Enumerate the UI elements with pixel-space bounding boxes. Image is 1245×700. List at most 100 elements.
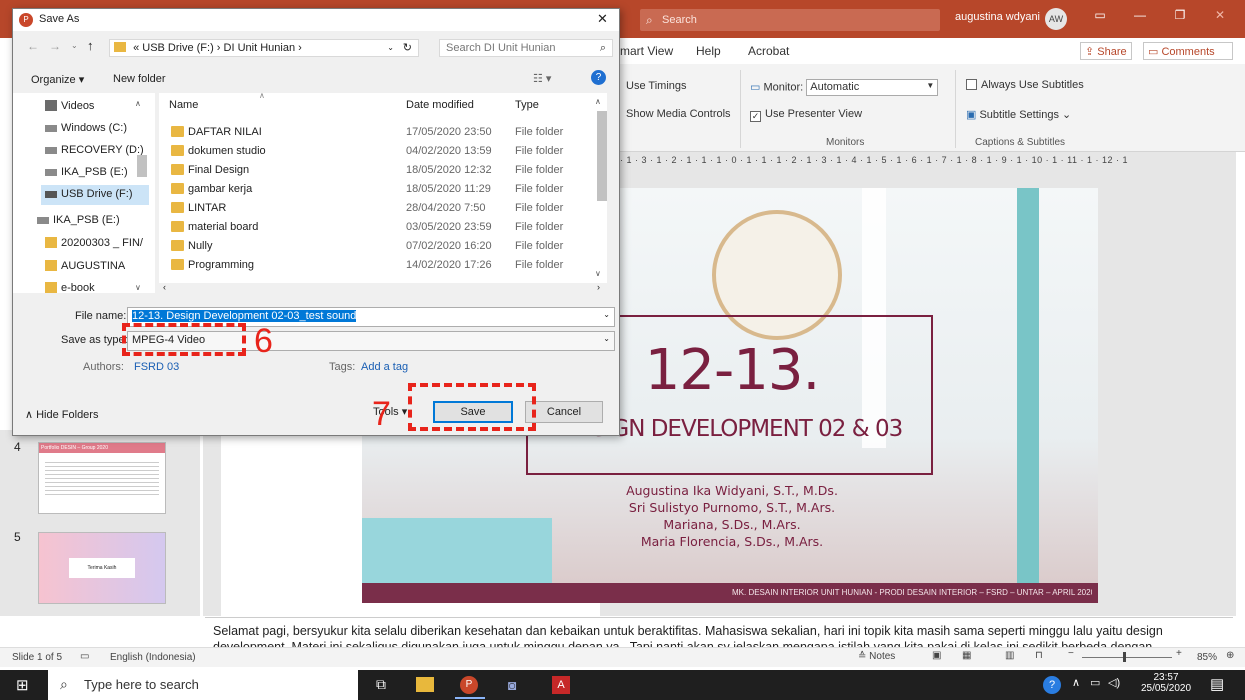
zoom-in-icon[interactable]: + xyxy=(1176,648,1182,659)
subtitle-settings-button[interactable]: ▣ Subtitle Settings ⌄ xyxy=(966,108,1071,121)
comments-button[interactable]: ▭ Comments xyxy=(1143,42,1233,60)
scroll-right-icon[interactable]: › xyxy=(597,282,600,292)
monitor-selector[interactable]: ▭ Monitor: Automatic ▼ xyxy=(750,79,939,96)
table-row[interactable]: DAFTAR NILAI 17/05/2020 23:50 File folder xyxy=(159,123,599,142)
refresh-icon[interactable]: ↻ xyxy=(403,41,412,54)
new-folder-button[interactable]: New folder xyxy=(113,73,166,85)
nav-item-ika-psb-e[interactable]: IKA_PSB (E:) xyxy=(41,163,171,183)
volume-icon[interactable]: ◁) xyxy=(1108,676,1120,689)
use-presenter-view-option[interactable]: ✓ Use Presenter View xyxy=(750,108,862,122)
horizontal-scrollbar[interactable]: ‹ › xyxy=(159,282,607,295)
table-row[interactable]: Programming 14/02/2020 17:26 File folder xyxy=(159,256,599,275)
slide-count: Slide 1 of 5 xyxy=(12,652,63,663)
help-icon[interactable]: ? xyxy=(591,70,606,85)
chevron-down-icon[interactable]: ⌄ xyxy=(603,310,610,319)
windows-start-icon[interactable]: ⊞ xyxy=(16,676,29,694)
maximize-icon[interactable]: ❐ xyxy=(1165,8,1195,22)
nav-item-e-book[interactable]: e-book xyxy=(41,279,171,299)
save-as-dialog: P Save As ✕ ← → ⌄ ↑ « USB Drive (F:) › D… xyxy=(12,8,620,436)
nav-item-windows-c[interactable]: Windows (C:) xyxy=(41,119,171,139)
close-icon[interactable]: ✕ xyxy=(1205,8,1235,22)
nav-item-usb-drive-f[interactable]: USB Drive (F:) xyxy=(41,185,149,205)
camera-icon[interactable]: ◙ xyxy=(508,677,516,693)
nav-item-videos[interactable]: Videos xyxy=(41,97,171,117)
nav-item-augustina[interactable]: AUGUSTINA xyxy=(41,257,171,277)
scroll-left-icon[interactable]: ‹ xyxy=(163,282,166,292)
reading-view-icon[interactable]: ▥ xyxy=(1005,650,1014,661)
tab-help[interactable]: Help xyxy=(696,44,721,58)
scroll-up-icon[interactable]: ∧ xyxy=(135,99,141,108)
share-button[interactable]: ⇪ Share xyxy=(1080,42,1132,60)
slide-thumbnail-4[interactable]: Portfolio DESIN – Group 2020 xyxy=(38,442,166,514)
avatar[interactable]: AW xyxy=(1045,8,1067,30)
table-row[interactable]: Nully 07/02/2020 16:20 File folder xyxy=(159,237,599,256)
scroll-down-icon[interactable]: ∨ xyxy=(135,283,141,292)
zoom-slider[interactable] xyxy=(1082,657,1172,658)
authors-value[interactable]: FSRD 03 xyxy=(134,361,179,373)
slideshow-icon[interactable]: ⊓ xyxy=(1035,650,1043,661)
cancel-button[interactable]: Cancel xyxy=(525,401,603,423)
nav-item-ika-psb-e-root[interactable]: IKA_PSB (E:) xyxy=(33,211,163,231)
view-options-icon[interactable]: ☷ ▾ xyxy=(533,72,551,85)
dialog-close-icon[interactable]: ✕ xyxy=(597,11,608,27)
language-indicator[interactable]: English (Indonesia) xyxy=(110,652,196,663)
minimize-icon[interactable]: — xyxy=(1125,8,1155,22)
chevron-up-icon[interactable]: ∧ xyxy=(1072,676,1080,689)
dialog-search-input[interactable]: Search DI Unit Hunian ⌕ xyxy=(439,39,613,57)
file-explorer-icon[interactable] xyxy=(416,677,434,692)
column-header-date[interactable]: Date modified xyxy=(406,99,474,111)
ribbon-display-icon[interactable]: ▭ xyxy=(1085,8,1115,22)
notifications-icon[interactable]: ▤ xyxy=(1210,675,1224,693)
tab-acrobat[interactable]: Acrobat xyxy=(748,44,789,58)
nav-item-recovery-d[interactable]: RECOVERY (D:) xyxy=(41,141,171,161)
acrobat-icon[interactable]: A xyxy=(552,676,570,694)
always-use-subtitles-option[interactable]: Always Use Subtitles xyxy=(966,79,1084,91)
show-media-controls-option[interactable]: Show Media Controls xyxy=(626,108,731,120)
use-timings-option[interactable]: Use Timings xyxy=(626,80,687,92)
back-icon[interactable]: ← xyxy=(27,39,39,53)
chevron-down-icon[interactable]: ⌄ xyxy=(71,41,78,50)
nav-scrollbar-thumb[interactable] xyxy=(137,155,147,177)
up-arrow-icon[interactable]: ↑ xyxy=(87,38,94,53)
table-row[interactable]: dokumen studio 04/02/2020 13:59 File folde… xyxy=(159,142,599,161)
table-row[interactable]: LINTAR 28/04/2020 7:50 File folder xyxy=(159,199,599,218)
hide-folders-button[interactable]: ∧ Hide Folders xyxy=(25,408,98,421)
tab-slide-show[interactable]: mart View xyxy=(620,44,673,58)
tags-input[interactable]: Add a tag xyxy=(361,361,408,373)
organize-menu[interactable]: Organize ▾ xyxy=(31,73,84,86)
powerpoint-icon[interactable]: P xyxy=(460,676,478,694)
chevron-down-icon[interactable]: ⌄ xyxy=(603,334,610,343)
nav-item-folder[interactable]: 20200303 _ FIN/ xyxy=(41,234,149,254)
slide-thumbnail-5[interactable]: Terima Kasih xyxy=(38,532,166,604)
file-list-scrollbar-thumb[interactable] xyxy=(597,111,607,201)
help-icon[interactable]: ? xyxy=(1043,676,1061,694)
ppt-search-box[interactable]: ⌕ Search xyxy=(640,9,940,31)
fit-slide-icon[interactable]: ⊕ xyxy=(1226,650,1234,661)
breadcrumb-item[interactable]: USB Drive (F:) xyxy=(142,42,214,54)
table-row[interactable]: material board 03/05/2020 23:59 File folde… xyxy=(159,218,599,237)
table-row[interactable]: Final Design 18/05/2020 12:32 File folder xyxy=(159,161,599,180)
zoom-slider-thumb[interactable] xyxy=(1123,652,1126,662)
vertical-ruler xyxy=(203,430,221,616)
column-header-name[interactable]: Name xyxy=(169,99,198,111)
scroll-down-icon[interactable]: ∨ xyxy=(595,269,601,278)
scroll-up-icon[interactable]: ∧ xyxy=(595,97,601,106)
speaker-notes[interactable]: Selamat pagi, bersyukur kita selalu dibe… xyxy=(205,617,1233,647)
battery-icon[interactable]: ▭ xyxy=(1090,676,1100,689)
clock[interactable]: 23:57 25/05/2020 xyxy=(1138,672,1194,694)
normal-view-icon[interactable]: ▣ xyxy=(932,650,941,661)
breadcrumb-item[interactable]: DI Unit Hunian xyxy=(224,42,296,54)
authors-label: Authors: xyxy=(83,361,124,373)
slide-sorter-icon[interactable]: ▦ xyxy=(962,650,971,661)
zoom-out-icon[interactable]: − xyxy=(1068,648,1074,659)
forward-icon[interactable]: → xyxy=(49,39,61,53)
chevron-down-icon[interactable]: ⌄ xyxy=(387,43,394,52)
table-row[interactable]: gambar kerja 18/05/2020 11:29 File folder xyxy=(159,180,599,199)
breadcrumb[interactable]: « USB Drive (F:) › DI Unit Hunian › ⌄ ↻ xyxy=(109,39,419,57)
taskbar-search-box[interactable]: ⌕ Type here to search xyxy=(48,670,358,700)
accessibility-icon[interactable]: ▭ xyxy=(80,651,89,662)
column-header-type[interactable]: Type xyxy=(515,99,539,111)
zoom-level[interactable]: 85% xyxy=(1197,652,1217,663)
task-view-icon[interactable]: ⧉ xyxy=(376,676,386,693)
notes-toggle[interactable]: ≙ Notes xyxy=(858,651,895,662)
